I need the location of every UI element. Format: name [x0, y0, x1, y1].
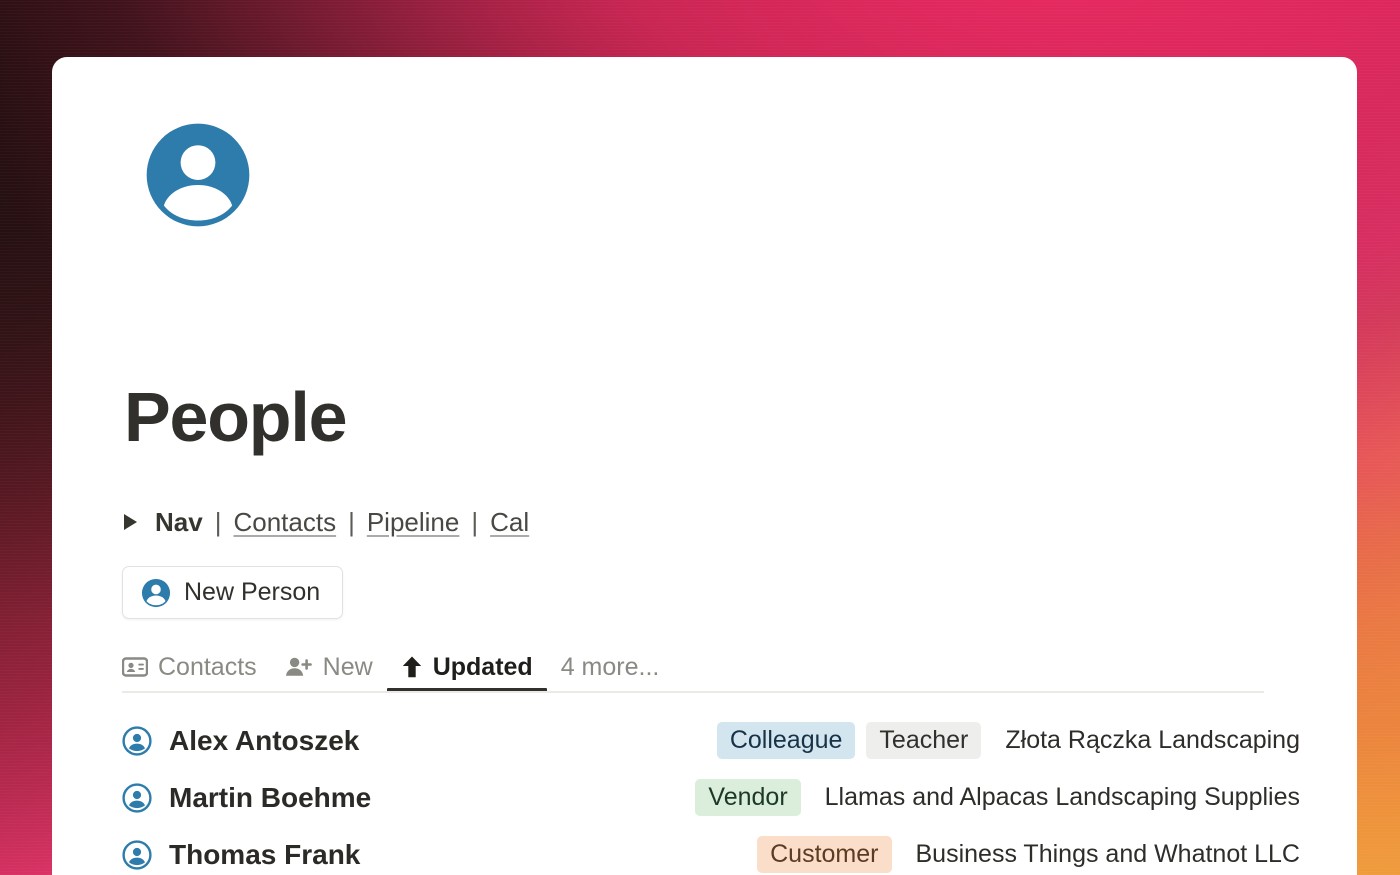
nav-label: Nav	[155, 506, 203, 537]
person-circle-outline-icon	[122, 725, 152, 756]
tab-contacts-label: Contacts	[158, 652, 257, 681]
nav-link-contacts[interactable]: Contacts	[233, 507, 336, 538]
triangle-right-icon[interactable]	[124, 514, 137, 530]
person-company: Llamas and Alpacas Landscaping Supplies	[824, 783, 1300, 811]
status-badge[interactable]: Colleague	[716, 722, 856, 759]
nav-separator-3: |	[471, 506, 479, 537]
page-window: People Nav | Contacts | Pipeline | Cal N…	[52, 57, 1357, 875]
person-plus-icon	[285, 656, 313, 678]
page-title: People	[124, 378, 348, 456]
person-company: Złota Rączka Landscaping	[1005, 726, 1300, 754]
nav-separator-1: |	[214, 506, 222, 537]
person-circle-filled-icon	[141, 578, 171, 608]
person-name: Alex Antoszek	[169, 724, 360, 756]
table-row[interactable]: Alex Antoszek Colleague Teacher Złota Rą…	[122, 712, 1300, 769]
tab-new-label: New	[322, 652, 373, 681]
status-badge[interactable]: Customer	[757, 836, 892, 873]
table-row[interactable]: Thomas Frank Customer Business Things an…	[122, 826, 1300, 875]
nav-row: Nav | Contacts | Pipeline | Cal	[124, 505, 529, 539]
tab-more-views[interactable]: 4 more...	[547, 641, 674, 693]
page-icon[interactable]	[145, 122, 251, 228]
contact-card-icon	[122, 657, 148, 677]
person-circle-outline-icon	[122, 839, 152, 870]
new-person-button[interactable]: New Person	[122, 566, 344, 619]
tabs-divider	[122, 691, 1264, 693]
person-name: Thomas Frank	[169, 838, 361, 870]
status-badge[interactable]: Vendor	[695, 779, 801, 816]
view-tabs: Contacts New Updated 4 more...	[122, 641, 673, 693]
tab-more-label: 4 more...	[560, 652, 660, 681]
arrow-up-icon	[401, 655, 423, 679]
person-name: Martin Boehme	[169, 781, 372, 813]
nav-separator-2: |	[348, 506, 355, 537]
tab-new[interactable]: New	[271, 641, 387, 693]
person-circle-outline-icon	[122, 782, 152, 813]
table-row[interactable]: Martin Boehme Vendor Llamas and Alpacas …	[122, 769, 1300, 826]
status-badge[interactable]: Teacher	[866, 722, 982, 759]
new-person-button-label: New Person	[184, 578, 321, 606]
tab-updated-label: Updated	[432, 652, 533, 681]
people-list: Alex Antoszek Colleague Teacher Złota Rą…	[122, 712, 1300, 875]
nav-link-pipeline[interactable]: Pipeline	[367, 507, 460, 538]
nav-link-cal[interactable]: Cal	[490, 507, 529, 538]
person-company: Business Things and Whatnot LLC	[915, 840, 1301, 868]
tab-updated[interactable]: Updated	[386, 641, 547, 693]
tab-contacts[interactable]: Contacts	[122, 641, 271, 693]
